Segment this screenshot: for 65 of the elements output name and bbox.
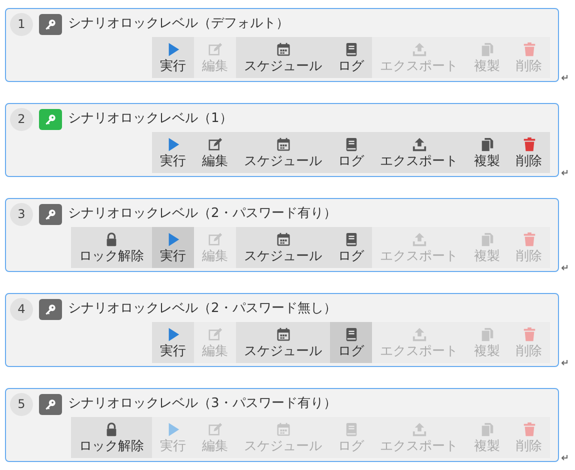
run-button[interactable]: 実行 xyxy=(152,37,194,78)
copy-icon xyxy=(480,422,494,438)
edit-icon xyxy=(208,42,222,58)
delete-button[interactable]: 削除 xyxy=(508,132,550,173)
calendar-icon xyxy=(276,137,290,152)
upload-icon xyxy=(412,42,426,58)
upload-icon xyxy=(412,422,426,438)
level-title: シナリオロックレベル（デフォルト） xyxy=(68,15,289,34)
trash-icon xyxy=(522,422,536,438)
log-button[interactable]: ログ xyxy=(330,227,372,268)
log-button[interactable]: ログ xyxy=(330,322,372,363)
arrow-icon xyxy=(560,454,568,462)
level-number: 1 xyxy=(10,12,33,36)
level-number: 4 xyxy=(10,298,33,320)
book-icon xyxy=(344,422,358,438)
lock-icon xyxy=(104,422,119,438)
schedule-button[interactable]: スケジュール xyxy=(236,322,330,363)
arrow-icon xyxy=(560,264,568,272)
level-title: シナリオロックレベル（1） xyxy=(68,110,232,128)
edit-icon xyxy=(208,422,222,438)
trash-icon xyxy=(522,137,536,152)
log-button[interactable]: ログ xyxy=(330,132,372,173)
level-number: 5 xyxy=(10,392,33,416)
schedule-button[interactable]: スケジュール xyxy=(236,132,330,173)
unlock-button[interactable]: ロック解除 xyxy=(71,227,152,268)
arrow-icon xyxy=(560,169,568,177)
arrow-icon xyxy=(560,74,568,82)
schedule-button[interactable]: スケジュール xyxy=(236,37,330,78)
unlock-button[interactable]: ロック解除 xyxy=(71,417,152,458)
log-button[interactable]: ログ xyxy=(330,37,372,78)
copy-icon xyxy=(480,327,494,342)
level-number: 3 xyxy=(10,202,33,226)
edit-button[interactable]: 編集 xyxy=(194,132,236,173)
level-number: 2 xyxy=(10,108,33,130)
book-icon xyxy=(344,137,358,152)
upload-icon xyxy=(412,232,426,248)
run-button[interactable]: 実行 xyxy=(152,227,194,268)
trash-icon xyxy=(522,232,536,248)
copy-icon xyxy=(480,137,494,152)
copy-icon xyxy=(480,42,494,58)
edit-icon xyxy=(208,137,222,152)
lock-icon xyxy=(104,232,119,248)
upload-icon xyxy=(412,327,426,342)
level-title: シナリオロックレベル（2・パスワード無し） xyxy=(68,300,336,318)
trash-icon xyxy=(522,42,536,58)
upload-icon xyxy=(412,137,426,152)
copy-icon xyxy=(480,232,494,248)
run-button[interactable]: 実行 xyxy=(152,322,194,363)
book-icon xyxy=(344,327,358,342)
book-icon xyxy=(344,42,358,58)
calendar-icon xyxy=(276,42,290,58)
edit-icon xyxy=(208,327,222,342)
copy-button[interactable]: 複製 xyxy=(466,132,508,173)
calendar-icon xyxy=(276,422,290,438)
schedule-button[interactable]: スケジュール xyxy=(236,227,330,268)
level-title: シナリオロックレベル（3・パスワード有り） xyxy=(68,395,336,414)
book-icon xyxy=(344,232,358,248)
trash-icon xyxy=(522,327,536,342)
run-button[interactable]: 実行 xyxy=(152,132,194,173)
level-title: シナリオロックレベル（2・パスワード有り） xyxy=(68,205,336,224)
edit-icon xyxy=(208,232,222,248)
calendar-icon xyxy=(276,327,290,342)
calendar-icon xyxy=(276,232,290,248)
export-button[interactable]: エクスポート xyxy=(372,132,466,173)
arrow-icon xyxy=(560,359,568,367)
